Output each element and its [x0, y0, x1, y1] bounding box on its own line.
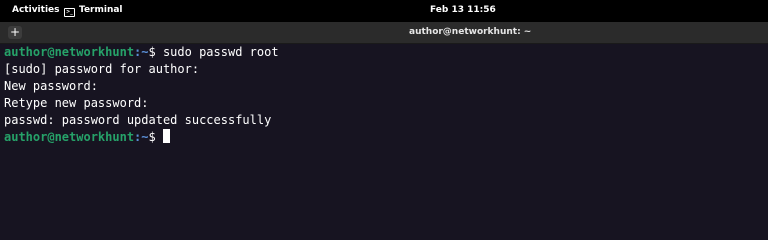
terminal-icon: >_ [64, 8, 75, 17]
app-name: Terminal [79, 5, 123, 15]
output-line: Retype new password: [4, 96, 149, 110]
output-line: [sudo] password for author: [4, 62, 200, 76]
window-titlebar: + author@networkhunt: ~ [0, 22, 768, 44]
output-line: New password: [4, 79, 98, 93]
prompt-path: :~ [134, 130, 149, 144]
output-line: passwd: password updated successfully [4, 113, 272, 127]
prompt-symbol: $ [148, 130, 163, 144]
prompt-user-host: author@networkhunt [4, 130, 135, 144]
prompt-line: author@networkhunt:~$ [4, 129, 170, 146]
command-line: author@networkhunt:~$ sudo passwd root [4, 44, 279, 61]
prompt-symbol: $ [148, 45, 163, 59]
prompt-user-host: author@networkhunt [4, 45, 135, 59]
new-tab-button[interactable]: + [8, 26, 22, 39]
command-text: sudo passwd root [162, 45, 279, 59]
app-menu[interactable]: >_ Terminal [64, 5, 123, 17]
prompt-path: :~ [134, 45, 149, 59]
window-title: author@networkhunt: ~ [409, 27, 532, 37]
top-bar: Activities >_ Terminal Feb 13 11:56 [0, 0, 768, 22]
activities-button[interactable]: Activities [12, 5, 60, 15]
clock[interactable]: Feb 13 11:56 [430, 5, 496, 15]
terminal-output[interactable]: author@networkhunt:~$ sudo passwd root [… [0, 44, 768, 218]
text-cursor [162, 129, 170, 143]
